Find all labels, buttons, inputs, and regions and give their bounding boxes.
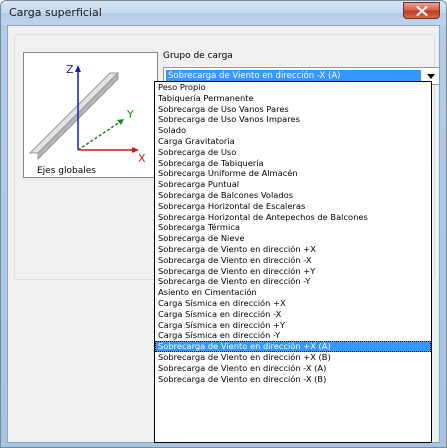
- load-group-option[interactable]: Solado: [155, 125, 431, 136]
- load-group-option[interactable]: Sobrecarga de Uso Vanos Pares: [155, 104, 431, 115]
- title-bar[interactable]: Carga superficial: [1, 1, 446, 25]
- load-group-option[interactable]: Sobrecarga Uniforme de Almacén: [155, 168, 431, 179]
- close-button[interactable]: [403, 2, 440, 19]
- load-group-option[interactable]: Carga Sísmica en dirección -X: [155, 309, 431, 320]
- window-title: Carga superficial: [9, 6, 102, 19]
- load-group-option[interactable]: Sobrecarga de Uso: [155, 147, 431, 158]
- load-group-option[interactable]: Sobrecarga Horizontal de Escaleras: [155, 201, 431, 212]
- load-group-option[interactable]: Asiento en Cimentación: [155, 287, 431, 298]
- load-group-option[interactable]: Sobrecarga de Uso Vanos Impares: [155, 114, 431, 125]
- load-group-option[interactable]: Carga Gravitatoria: [155, 136, 431, 147]
- load-group-option[interactable]: Sobrecarga de Balcones Volados: [155, 190, 431, 201]
- load-group-option[interactable]: Sobrecarga de Viento en dirección +Y: [155, 266, 431, 277]
- axes-caption: Ejes globales: [37, 166, 96, 176]
- load-group-option[interactable]: Tabiquería Permanente: [155, 93, 431, 104]
- load-group-option[interactable]: Sobrecarga de Viento en dirección -Y: [155, 276, 431, 287]
- load-group-options-list[interactable]: Peso Propio Tabiquería Permanente Sobrecar…: [154, 81, 432, 443]
- axis-y-label: Y: [126, 108, 134, 121]
- load-group-option[interactable]: Sobrecarga de Viento en dirección +X: [155, 244, 431, 255]
- axis-x-label: X: [138, 152, 146, 165]
- load-group-option[interactable]: Sobrecarga de Viento en dirección -X (A): [155, 363, 431, 374]
- load-group-option[interactable]: Sobrecarga de Viento en dirección +X (B): [155, 352, 431, 363]
- load-group-option[interactable]: Carga Sísmica en dirección +Y: [155, 320, 431, 331]
- load-group-label: Grupo de carga: [163, 51, 233, 61]
- axes-diagram: Z Y X: [28, 63, 146, 165]
- global-axes-figure: Z Y X: [23, 52, 158, 178]
- load-group-option[interactable]: Sobrecarga de Viento en dirección -X: [155, 255, 431, 266]
- load-group-option[interactable]: Sobrecarga de Nieve: [155, 233, 431, 244]
- load-group-option[interactable]: Sobrecarga de Tabiquería: [155, 158, 431, 169]
- load-group-option[interactable]: Sobrecarga Térmica: [155, 222, 431, 233]
- load-group-option[interactable]: Sobrecarga de Viento en dirección +X (A): [155, 341, 431, 352]
- axis-z-label: Z: [66, 63, 74, 76]
- load-group-option[interactable]: Carga Sísmica en dirección +X: [155, 298, 431, 309]
- load-group-option[interactable]: Sobrecarga Horizontal de Antepechos de B…: [155, 212, 431, 223]
- chevron-down-icon: [426, 73, 435, 79]
- load-group-option[interactable]: Sobrecarga Puntual: [155, 179, 431, 190]
- load-group-option[interactable]: Sobrecarga de Viento en dirección -X (B): [155, 374, 431, 385]
- load-group-option[interactable]: Peso Propio: [155, 82, 431, 93]
- close-icon: [416, 5, 427, 16]
- load-group-option[interactable]: Carga Sísmica en dirección -Y: [155, 330, 431, 341]
